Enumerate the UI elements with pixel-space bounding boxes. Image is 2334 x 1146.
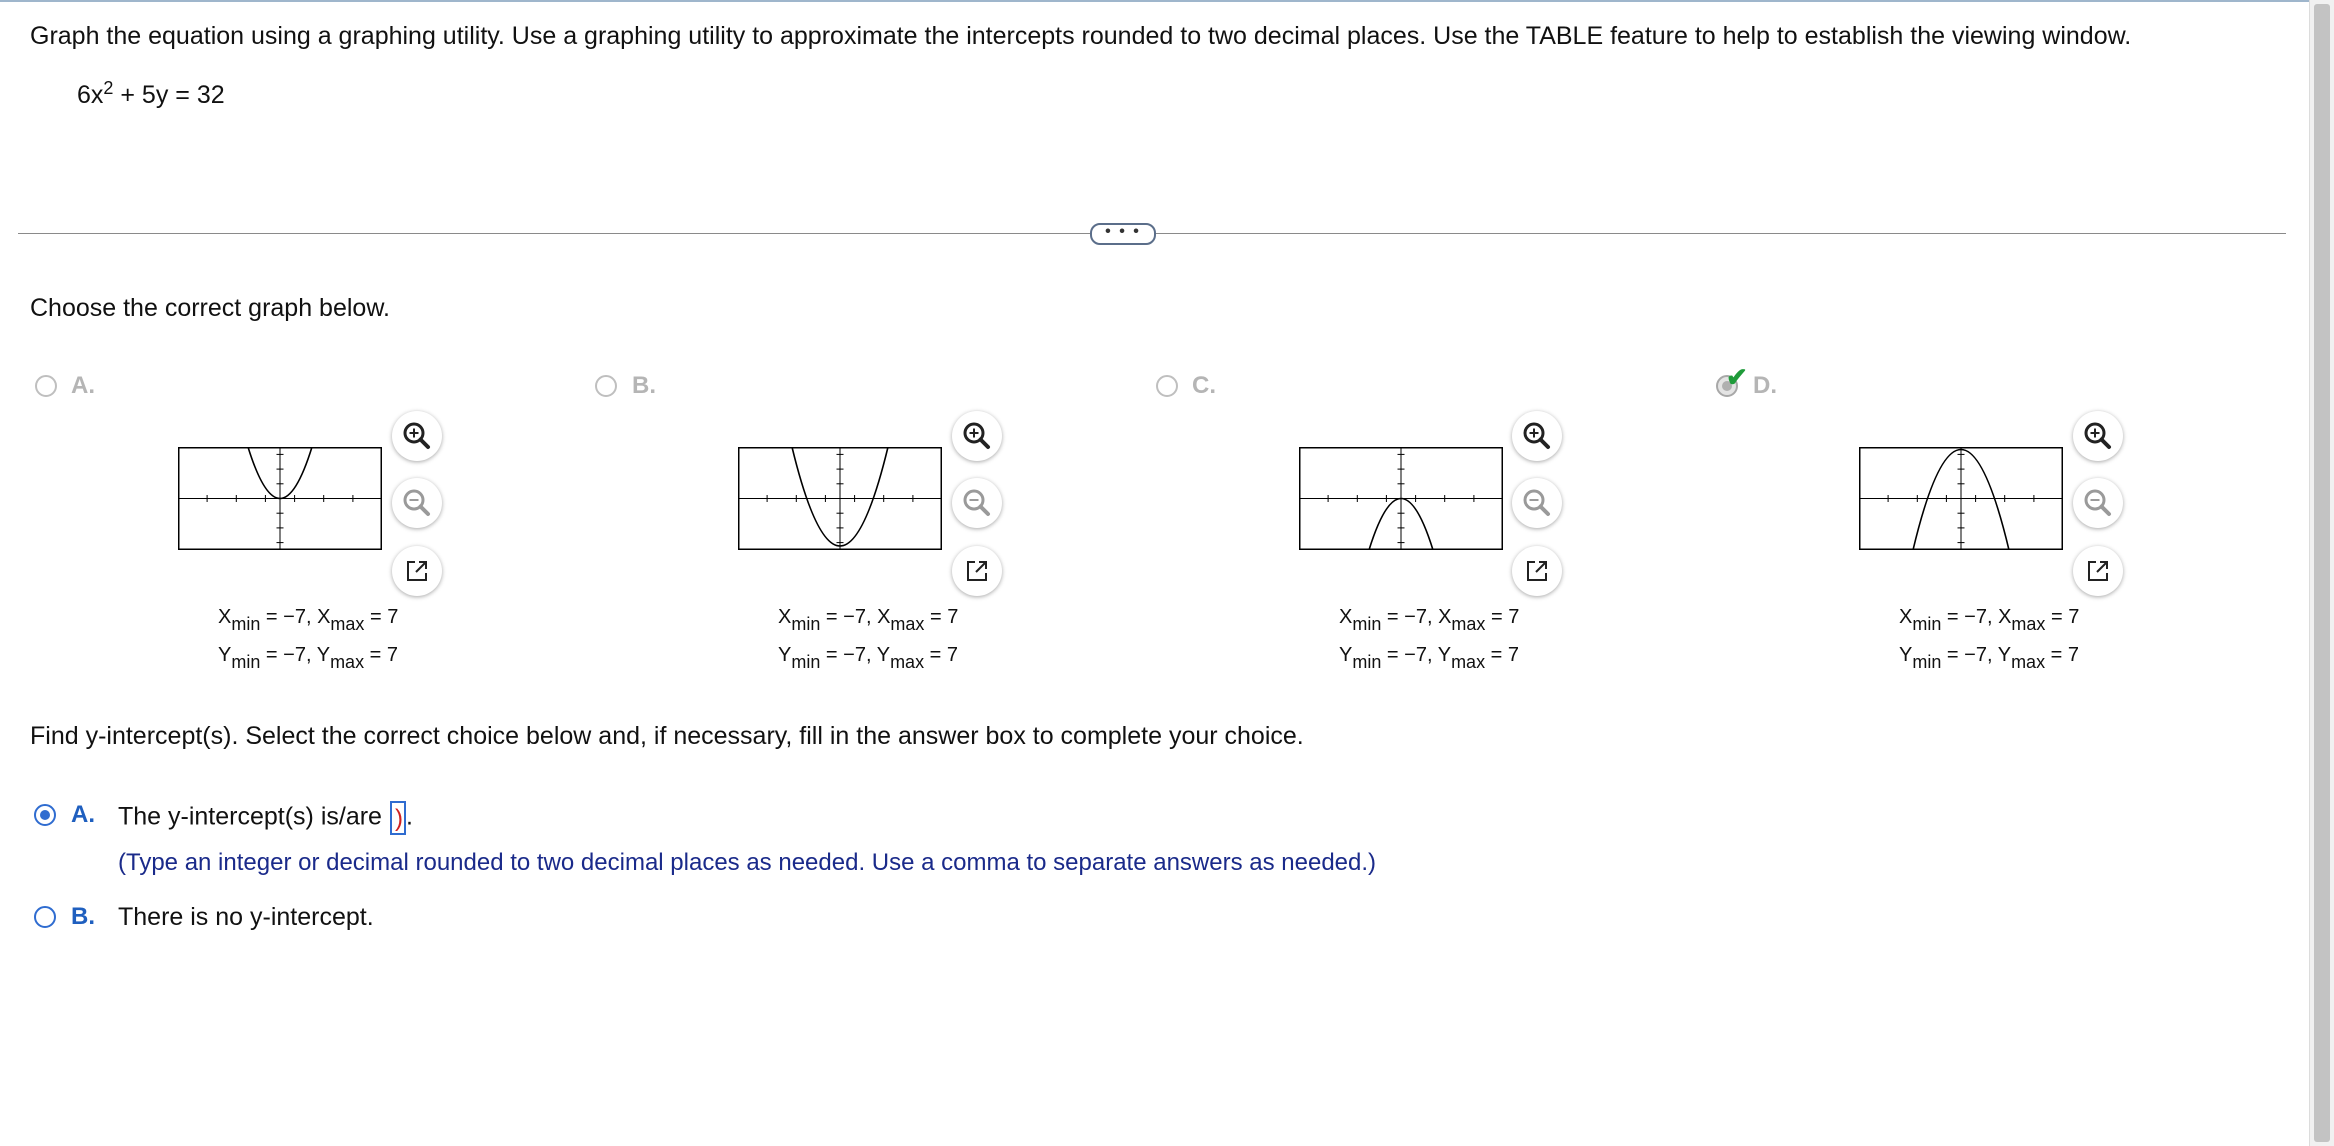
graph-c-xmin: −7 bbox=[1404, 606, 1427, 628]
graph-a-xmin: −7 bbox=[283, 606, 306, 628]
graph-a[interactable] bbox=[178, 447, 382, 550]
graph-b-xmax: 7 bbox=[947, 606, 959, 628]
graph-c-window-x: Xmin = −7, Xmax = 7 bbox=[1339, 606, 1520, 634]
y-intercept-answer-box[interactable]: ) bbox=[389, 801, 406, 835]
graph-d-ymin: −7 bbox=[1964, 644, 1987, 666]
graph-d-window-x: Xmin = −7, Xmax = 7 bbox=[1899, 606, 2080, 634]
graph-b-ymin: −7 bbox=[843, 644, 866, 666]
graph-c[interactable] bbox=[1299, 447, 1503, 550]
graph-c-window-y: Ymin = −7, Ymax = 7 bbox=[1339, 644, 1519, 672]
open-new-window-icon bbox=[967, 561, 987, 581]
graph-b-window-x: Xmin = −7, Xmax = 7 bbox=[778, 606, 959, 634]
equation-exponent: 2 bbox=[103, 78, 114, 98]
graph-b-window-y: Ymin = −7, Ymax = 7 bbox=[778, 644, 958, 672]
zoom-in-button[interactable] bbox=[392, 411, 442, 461]
graph-c-ymax: 7 bbox=[1507, 644, 1519, 666]
zoom-out-button[interactable] bbox=[392, 478, 442, 528]
intercept-choice-b-letter: B. bbox=[71, 903, 95, 930]
open-new-window-icon bbox=[2088, 561, 2108, 581]
graph-d-window-y: Ymin = −7, Ymax = 7 bbox=[1899, 644, 2079, 672]
graph-option-c-radio[interactable] bbox=[1156, 375, 1178, 397]
intercept-prompt: Find y-intercept(s). Select the correct … bbox=[30, 722, 1304, 750]
zoom-in-icon bbox=[403, 422, 430, 449]
zoom-in-button[interactable] bbox=[952, 411, 1002, 461]
open-new-window-icon bbox=[407, 561, 427, 581]
graph-d-xmin: −7 bbox=[1964, 606, 1987, 628]
graph-c-ymin: −7 bbox=[1404, 644, 1427, 666]
zoom-out-button[interactable] bbox=[1512, 478, 1562, 528]
scrollbar[interactable] bbox=[2309, 0, 2334, 1146]
zoom-in-button[interactable] bbox=[2073, 411, 2123, 461]
intercept-choice-a-radio[interactable] bbox=[34, 804, 56, 826]
graph-a-ymax: 7 bbox=[386, 644, 398, 666]
graph-b-ymax: 7 bbox=[946, 644, 958, 666]
zoom-out-icon bbox=[963, 489, 990, 516]
equation-rest: + 5y = 32 bbox=[120, 81, 225, 109]
graph-option-a-radio[interactable] bbox=[35, 375, 57, 397]
open-new-window-button[interactable] bbox=[1512, 546, 1562, 596]
zoom-out-button[interactable] bbox=[952, 478, 1002, 528]
zoom-out-icon bbox=[2084, 489, 2111, 516]
top-border bbox=[0, 0, 2334, 2]
zoom-out-icon bbox=[1523, 489, 1550, 516]
question-text: Graph the equation using a graphing util… bbox=[30, 22, 2132, 50]
intercept-choice-b-radio[interactable] bbox=[34, 906, 56, 928]
graph-b[interactable] bbox=[738, 447, 942, 550]
check-icon: ✔ bbox=[1726, 362, 1748, 392]
open-new-window-button[interactable] bbox=[2073, 546, 2123, 596]
equation-term: 6x bbox=[77, 81, 104, 109]
open-new-window-button[interactable] bbox=[952, 546, 1002, 596]
graph-a-window-y: Ymin = −7, Ymax = 7 bbox=[218, 644, 398, 672]
intercept-choice-a: The y-intercept(s) is/are). bbox=[118, 801, 413, 835]
intercept-choice-a-text: The y-intercept(s) is/are bbox=[118, 802, 382, 831]
graph-c-xmax: 7 bbox=[1508, 606, 1520, 628]
open-new-window-button[interactable] bbox=[392, 546, 442, 596]
scrollbar-thumb[interactable] bbox=[2314, 4, 2330, 1142]
expand-button[interactable]: • • • bbox=[1090, 223, 1156, 245]
text-cursor: ) bbox=[394, 805, 403, 832]
graph-prompt: Choose the correct graph below. bbox=[30, 294, 390, 322]
intercept-choice-b-text: There is no y-intercept. bbox=[118, 903, 374, 931]
graph-option-b-radio[interactable] bbox=[595, 375, 617, 397]
graph-d-xmax: 7 bbox=[2068, 606, 2080, 628]
zoom-out-button[interactable] bbox=[2073, 478, 2123, 528]
intercept-choice-a-suffix: . bbox=[405, 802, 413, 831]
graph-option-b-letter: B. bbox=[632, 372, 656, 399]
zoom-in-button[interactable] bbox=[1512, 411, 1562, 461]
open-new-window-icon bbox=[1527, 561, 1547, 581]
equation: 6x2 + 5y = 32 bbox=[77, 78, 225, 110]
graph-a-xmax: 7 bbox=[387, 606, 399, 628]
graph-option-d-letter: D. bbox=[1753, 372, 1777, 399]
intercept-choice-a-letter: A. bbox=[71, 801, 95, 828]
graph-a-ymin: −7 bbox=[283, 644, 306, 666]
graph-b-xmin: −7 bbox=[843, 606, 866, 628]
graph-option-a-letter: A. bbox=[71, 372, 95, 399]
graph-option-c-letter: C. bbox=[1192, 372, 1216, 399]
graph-d-ymax: 7 bbox=[2067, 644, 2079, 666]
zoom-in-icon bbox=[2084, 422, 2111, 449]
answer-format-hint: (Type an integer or decimal rounded to t… bbox=[118, 849, 1377, 876]
zoom-in-icon bbox=[1523, 422, 1550, 449]
graph-a-window-x: Xmin = −7, Xmax = 7 bbox=[218, 606, 399, 634]
zoom-out-icon bbox=[403, 489, 430, 516]
zoom-in-icon bbox=[963, 422, 990, 449]
graph-d[interactable] bbox=[1859, 447, 2063, 550]
